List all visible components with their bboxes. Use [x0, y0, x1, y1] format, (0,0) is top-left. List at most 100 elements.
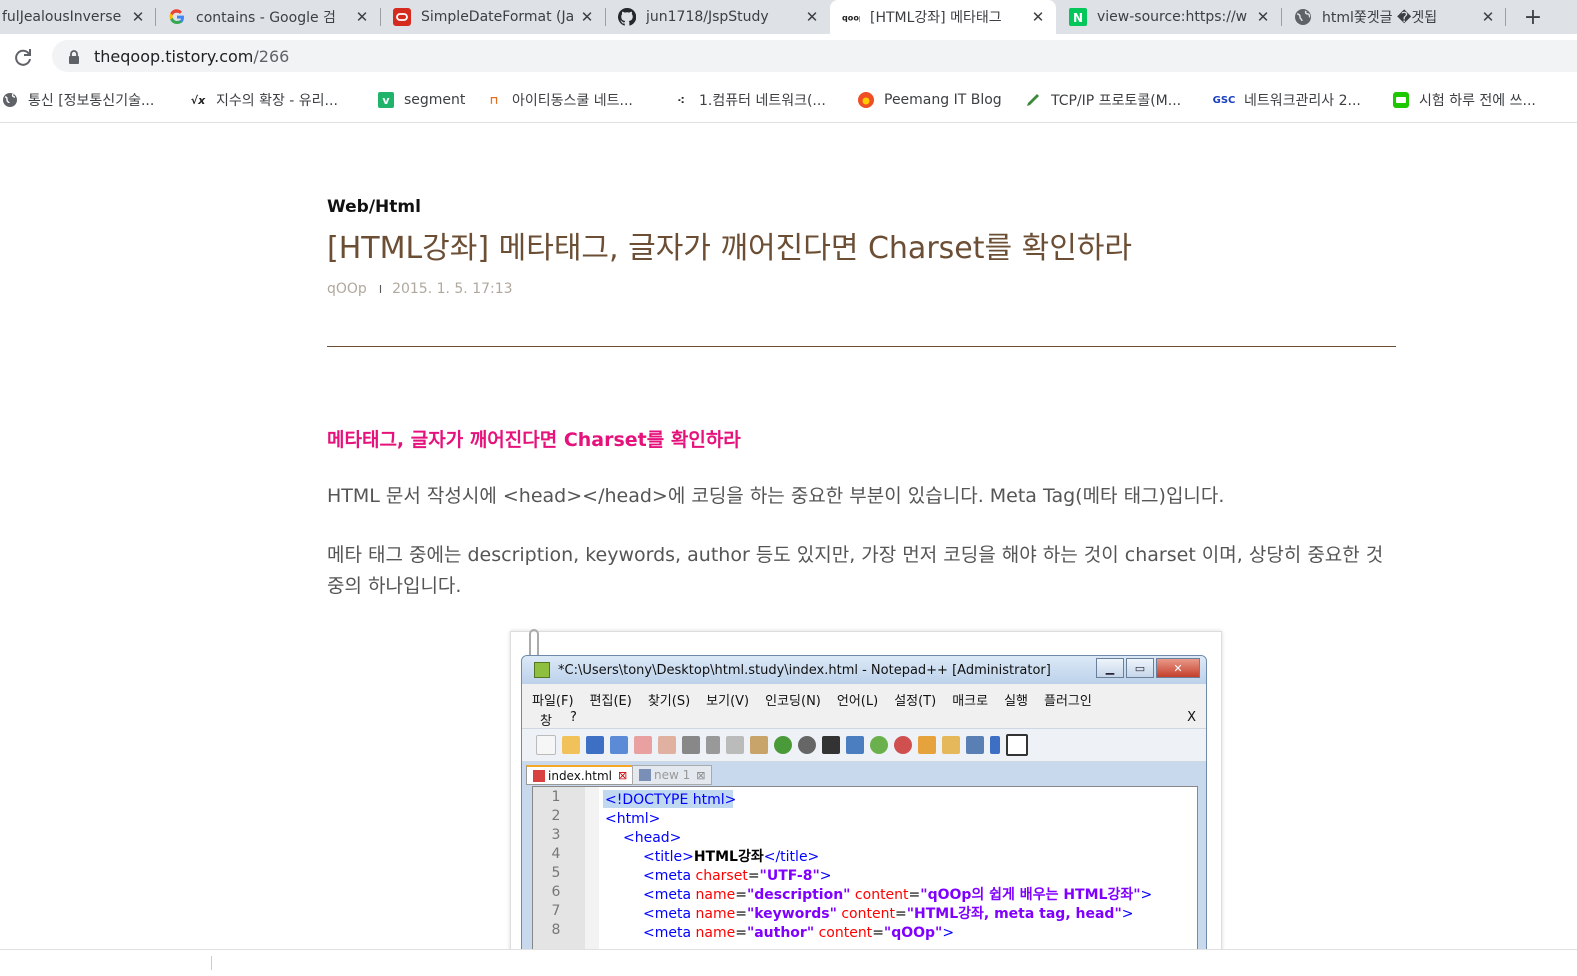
globe-icon: [2, 92, 18, 108]
menu-close-icon: X: [1187, 710, 1196, 725]
bookmark-label: segment: [404, 92, 466, 108]
address-bar[interactable]: theqoop.tistory.com/266: [52, 40, 1577, 72]
close-icon[interactable]: ✕: [1030, 8, 1046, 26]
menu-item: 파일(F): [532, 694, 574, 709]
menu-item: 플러그인: [1044, 694, 1092, 709]
menu-item: ?: [569, 710, 577, 725]
tab-separator: [1505, 8, 1506, 26]
doc-tab-new: new 1 ⊠: [632, 765, 713, 785]
lock-icon[interactable]: [68, 49, 80, 64]
redo-icon: [798, 736, 816, 754]
notepad-editor: 1 2 3 4 5 6 7 8 <!DOCTYPE html> <html> <…: [532, 786, 1198, 949]
qoop-icon: qoop: [842, 8, 860, 26]
tab-google[interactable]: contains - Google 검 ✕: [156, 0, 380, 34]
post-paragraph-1: HTML 문서 작성시에 <head></head>에 코딩을 하는 중요한 부…: [327, 485, 1225, 507]
window-close-icon: ✕: [1156, 658, 1200, 678]
it-icon: ⊓: [489, 93, 499, 107]
zoom-in-icon: [870, 736, 888, 754]
bookmark-item[interactable]: ⁖ 1.컴퓨터 네트워크(...: [673, 90, 826, 110]
bookmark-label: 시험 하루 전에 쓰...: [1419, 93, 1536, 109]
notepad-app-icon: [534, 662, 550, 678]
wrap-icon: [966, 736, 984, 754]
notepad-menubar: 파일(F) 편집(E) 찾기(S) 보기(V) 인코딩(N) 언어(L) 설정(…: [522, 684, 1206, 729]
copy-icon: [726, 736, 744, 754]
notepad-titlebar: *C:\Users\tony\Desktop\html.study\index.…: [522, 656, 1206, 684]
title-divider: [327, 346, 1396, 347]
tab-html-meta-active[interactable]: qoop [HTML강좌] 메타태그 ✕: [830, 0, 1056, 34]
meta-separator: I: [378, 283, 383, 296]
tab-fuljealousinverse[interactable]: fulJealousInverse ✕: [0, 0, 156, 34]
fold-margin: [585, 787, 599, 949]
tab-title: [HTML강좌] 메타태그: [870, 10, 1002, 26]
bookmark-item[interactable]: Peemang IT Blog: [858, 90, 1002, 110]
close-icon[interactable]: ✕: [1480, 8, 1496, 26]
zoom-out-icon: [894, 736, 912, 754]
close-file-icon: [634, 736, 652, 754]
pilcrow-icon: [990, 736, 1000, 754]
close-icon[interactable]: ✕: [354, 8, 370, 26]
bookmark-item[interactable]: √x 지수의 확장 - 유리...: [190, 90, 338, 110]
menu-item: 언어(L): [836, 694, 879, 709]
tab-title: jun1718/JspStudy: [646, 9, 769, 25]
post-meta: qOOp I 2015. 1. 5. 17:13: [327, 281, 513, 297]
tab-strip: fulJealousInverse ✕ contains - Google 검 …: [0, 0, 1577, 34]
bookmark-item[interactable]: 시험 하루 전에 쓰...: [1393, 90, 1536, 110]
doc-tab-label: new 1: [654, 768, 691, 782]
reload-icon[interactable]: [12, 46, 34, 68]
page-content: Web/Html [HTML강좌] 메타태그, 글자가 깨어진다면 Charse…: [0, 123, 1577, 949]
print-icon: [682, 736, 700, 754]
post-category[interactable]: Web/Html: [327, 197, 421, 217]
bookmark-label: TCP/IP 프로토콜(M...: [1051, 93, 1182, 109]
google-icon: [168, 8, 186, 26]
line-number: 2: [551, 808, 561, 824]
menu-item: 찾기(S): [647, 694, 691, 709]
gsc-icon: GSC: [1212, 94, 1236, 106]
indent-guide-icon: [1006, 734, 1028, 756]
new-tab-button[interactable]: +: [1520, 4, 1546, 30]
sync-h-icon: [942, 736, 960, 754]
tab-title: SimpleDateFormat (Ja: [421, 9, 573, 25]
v-icon: v: [378, 92, 394, 108]
bookmark-label: 아이티동스쿨 네트...: [512, 93, 633, 109]
save-all-icon: [610, 736, 628, 754]
close-icon[interactable]: ✕: [130, 8, 146, 26]
url-text: theqoop.tistory.com/266: [94, 47, 289, 66]
line-number: 6: [551, 884, 561, 900]
tab-html-broken[interactable]: html쫓겟글 �겟됩 ✕: [1282, 0, 1506, 34]
tab-title: html쫓겟글 �겟됩: [1322, 10, 1438, 26]
menu-item: 실행: [1004, 694, 1029, 709]
menu-row-1: 파일(F) 편집(E) 찾기(S) 보기(V) 인코딩(N) 언어(L) 설정(…: [532, 690, 1092, 709]
line-number: 3: [551, 827, 561, 843]
close-icon[interactable]: ✕: [804, 8, 820, 26]
bottom-bar: [0, 949, 1577, 976]
bookmark-item[interactable]: GSC 네트워크관리사 2...: [1212, 90, 1361, 110]
code-lines-image: <!DOCTYPE html> <html> <head> <title>HTM…: [603, 790, 1152, 941]
window-controls: ▁ ▭ ✕: [1096, 658, 1200, 678]
sync-v-icon: [918, 736, 936, 754]
tab-view-source[interactable]: N view-source:https://w ✕: [1057, 0, 1281, 34]
menu-item: 보기(V): [706, 694, 750, 709]
menu-row-2: 창 ?: [540, 710, 577, 729]
find-icon: [822, 736, 840, 754]
maximize-icon: ▭: [1126, 658, 1154, 678]
bookmark-label: 통신 [정보통신기술...: [28, 93, 155, 109]
bookmark-item[interactable]: 통신 [정보통신기술...: [2, 90, 154, 110]
doc-tab-label: index.html: [548, 768, 612, 783]
tab-oracle[interactable]: SimpleDateFormat (Ja ✕: [381, 0, 605, 34]
close-icon[interactable]: ✕: [579, 8, 595, 26]
bookmark-label: 지수의 확장 - 유리...: [216, 93, 338, 109]
peemang-icon: [858, 92, 874, 108]
paste-icon: [750, 736, 768, 754]
bookmark-item[interactable]: ⊓ 아이티동스쿨 네트...: [486, 90, 633, 110]
bookmark-item[interactable]: TCP/IP 프로토콜(M...: [1025, 90, 1181, 110]
close-icon[interactable]: ✕: [1255, 8, 1271, 26]
bookmark-item[interactable]: v segment: [378, 90, 465, 110]
post-author[interactable]: qOOp: [327, 281, 367, 297]
file-icon: [639, 769, 651, 781]
bookmark-label: 1.컴퓨터 네트워크(...: [699, 93, 826, 109]
post-title: [HTML강좌] 메타태그, 글자가 깨어진다면 Charset를 확인하라: [327, 231, 1133, 266]
bookmarks-bar: 통신 [정보통신기술... √x 지수의 확장 - 유리... v segmen…: [0, 78, 1577, 123]
oracle-icon: [393, 8, 411, 26]
tab-github[interactable]: jun1718/JspStudy ✕: [606, 0, 830, 34]
globe-icon: [1294, 8, 1312, 26]
